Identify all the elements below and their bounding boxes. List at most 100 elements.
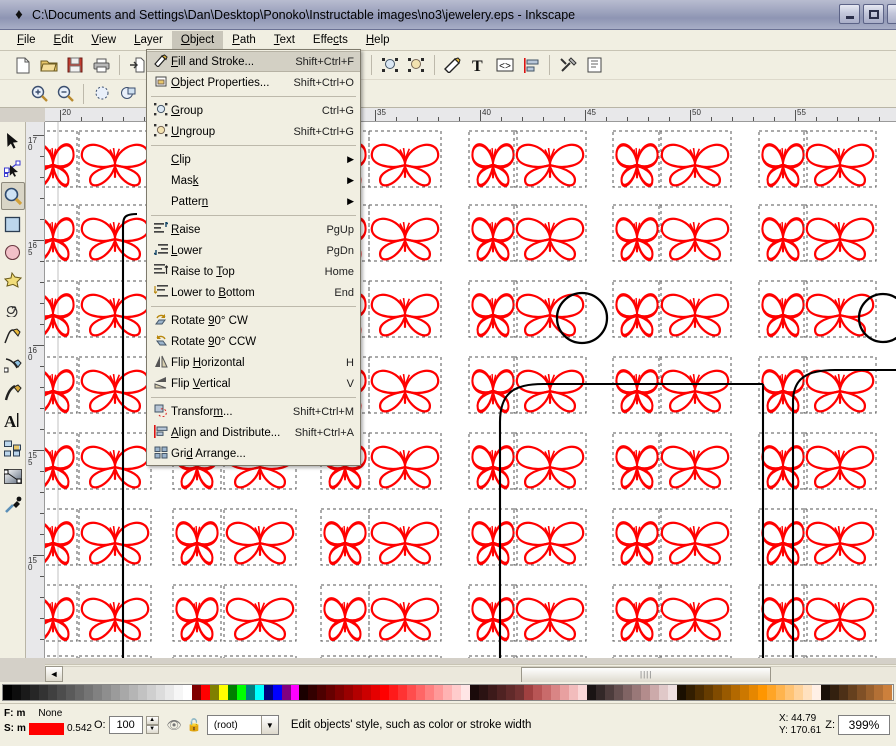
palette-swatch[interactable] xyxy=(793,685,803,700)
menu-item-fill-and-stroke[interactable]: Fill and Stroke... Shift+Ctrl+F xyxy=(147,51,360,72)
palette-swatch[interactable] xyxy=(326,685,336,700)
palette-swatch[interactable] xyxy=(137,685,147,700)
star-icon[interactable] xyxy=(1,266,25,294)
palette-swatch[interactable] xyxy=(551,685,561,700)
menu-item-raise[interactable]: Raise PgUp xyxy=(147,219,360,240)
palette-swatch[interactable] xyxy=(658,685,668,700)
menu-item-help[interactable]: Help xyxy=(357,31,399,49)
circle-icon[interactable] xyxy=(1,238,25,266)
palette-swatch[interactable] xyxy=(56,685,66,700)
menu-item-mask[interactable]: Mask ▶ xyxy=(147,170,360,191)
print-icon[interactable] xyxy=(88,53,114,77)
opacity-control[interactable]: O: 100 ▲ ▼ xyxy=(94,716,159,734)
menu-item-raise-to-top[interactable]: Raise to Top Home xyxy=(147,261,360,282)
palette-swatch[interactable] xyxy=(721,685,731,700)
palette-swatch[interactable] xyxy=(631,685,641,700)
palette-swatch[interactable] xyxy=(380,685,390,700)
palette-swatch[interactable] xyxy=(182,685,192,700)
palette-swatch[interactable] xyxy=(452,685,462,700)
palette-swatch[interactable] xyxy=(335,685,345,700)
palette-swatch[interactable] xyxy=(308,685,318,700)
palette-swatch[interactable] xyxy=(92,685,102,700)
zoom-control[interactable]: Z: 399% xyxy=(825,715,890,735)
minimize-button[interactable] xyxy=(839,4,860,24)
palette-swatch[interactable] xyxy=(578,685,587,700)
palette-swatch[interactable] xyxy=(83,685,93,700)
lock-icon[interactable]: 🔓 xyxy=(187,718,202,732)
align-icon[interactable] xyxy=(518,53,544,77)
palette-swatch[interactable] xyxy=(739,685,749,700)
palette-swatch[interactable] xyxy=(604,685,614,700)
menu-item-object-properties[interactable]: Object Properties... Shift+Ctrl+O xyxy=(147,72,360,93)
palette-swatch[interactable] xyxy=(128,685,138,700)
palette-swatch[interactable] xyxy=(209,685,219,700)
text-A-icon[interactable]: A xyxy=(1,406,25,434)
color-palette[interactable] xyxy=(0,682,896,703)
zoom-in-icon[interactable] xyxy=(26,82,52,106)
stroke-color-swatch[interactable] xyxy=(28,722,64,735)
palette-swatch[interactable] xyxy=(829,685,839,700)
ungroup-icon[interactable] xyxy=(403,53,429,77)
palette-swatch[interactable] xyxy=(164,685,174,700)
palette-swatch[interactable] xyxy=(353,685,363,700)
palette-swatch[interactable] xyxy=(595,685,605,700)
palette-swatch[interactable] xyxy=(542,685,552,700)
palette-swatch[interactable] xyxy=(119,685,129,700)
eyedropper-icon[interactable] xyxy=(1,490,25,518)
palette-swatch[interactable] xyxy=(524,685,534,700)
palette-swatch[interactable] xyxy=(569,685,578,700)
palette-swatch[interactable] xyxy=(38,685,48,700)
fill-stroke-icon[interactable] xyxy=(440,53,466,77)
new-document-icon[interactable] xyxy=(10,53,36,77)
palette-swatch[interactable] xyxy=(254,685,264,700)
palette-swatch[interactable] xyxy=(766,685,776,700)
palette-swatch[interactable] xyxy=(640,685,650,700)
menu-item-lower-to-bottom[interactable]: Lower to Bottom End xyxy=(147,282,360,303)
palette-swatch[interactable] xyxy=(470,685,480,700)
palette-swatch[interactable] xyxy=(856,685,866,700)
palette-swatch[interactable] xyxy=(748,685,758,700)
menu-item-flip-horizontal[interactable]: Flip Horizontal H xyxy=(147,352,360,373)
palette-swatch[interactable] xyxy=(173,685,183,700)
connector-icon[interactable] xyxy=(1,434,25,462)
palette-swatch[interactable] xyxy=(838,685,848,700)
palette-swatch[interactable] xyxy=(667,685,677,700)
palette-swatch[interactable] xyxy=(622,685,632,700)
menu-item-rotate-90-cw[interactable]: Rotate 90° CW xyxy=(147,310,360,331)
menu-item-transform[interactable]: Transform... Shift+Ctrl+M xyxy=(147,401,360,422)
palette-swatch[interactable] xyxy=(20,685,30,700)
menu-item-clip[interactable]: Clip ▶ xyxy=(147,149,360,170)
text-properties-icon[interactable]: T xyxy=(466,53,492,77)
eye-icon[interactable]: 👁 xyxy=(167,718,182,732)
palette-swatch[interactable] xyxy=(434,685,444,700)
palette-swatch[interactable] xyxy=(281,685,291,700)
palette-swatch[interactable] xyxy=(218,685,228,700)
palette-swatch[interactable] xyxy=(685,685,695,700)
document-properties-icon[interactable] xyxy=(581,53,607,77)
zoom-input[interactable]: 399% xyxy=(838,715,890,735)
bezier-pen-icon[interactable] xyxy=(1,350,25,378)
menu-item-lower[interactable]: Lower PgDn xyxy=(147,240,360,261)
preferences-icon[interactable] xyxy=(555,53,581,77)
arrow-icon[interactable] xyxy=(1,126,25,154)
menu-item-rotate-90-ccw[interactable]: Rotate 90° CCW xyxy=(147,331,360,352)
opacity-spinner[interactable]: ▲ ▼ xyxy=(145,716,159,734)
palette-swatch[interactable] xyxy=(299,685,309,700)
palette-swatch[interactable] xyxy=(775,685,785,700)
palette-swatch[interactable] xyxy=(47,685,57,700)
palette-swatch[interactable] xyxy=(65,685,75,700)
menu-item-text[interactable]: Text xyxy=(265,31,304,49)
palette-swatch[interactable] xyxy=(101,685,111,700)
menu-item-file[interactable]: File xyxy=(8,31,45,49)
layer-select[interactable]: (root) ▼ xyxy=(206,715,279,735)
palette-swatch[interactable] xyxy=(874,685,884,700)
group-icon[interactable] xyxy=(377,53,403,77)
palette-swatch[interactable] xyxy=(263,685,273,700)
palette-swatch[interactable] xyxy=(200,685,210,700)
menu-item-group[interactable]: Group Ctrl+G xyxy=(147,100,360,121)
palette-swatch[interactable] xyxy=(245,685,255,700)
close-button[interactable] xyxy=(887,4,896,24)
palette-swatch[interactable] xyxy=(730,685,740,700)
palette-swatch[interactable] xyxy=(371,685,381,700)
menu-item-effects[interactable]: Effects xyxy=(304,31,357,49)
